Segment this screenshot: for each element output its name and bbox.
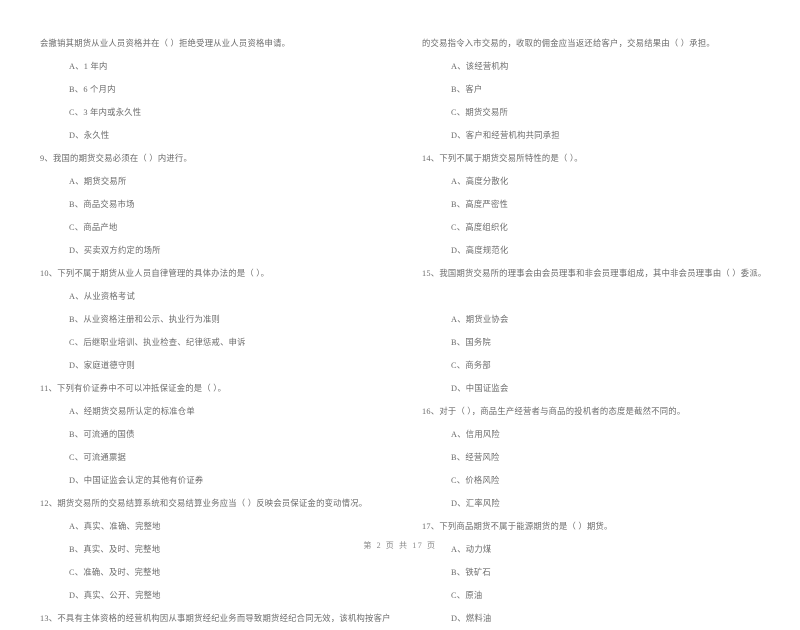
question-stem: 15、我国期货交易所的理事会由会员理事和非会员理事组成，其中非会员理事由（ ）委…	[422, 269, 767, 278]
answer-option: C、价格风险	[451, 476, 500, 485]
answer-option: D、买卖双方约定的场所	[69, 246, 161, 255]
answer-option: D、客户和经营机构共同承担	[451, 131, 560, 140]
answer-option: B、国务院	[451, 338, 491, 347]
answer-option: D、高度规范化	[451, 246, 509, 255]
answer-option: B、商品交易市场	[69, 200, 135, 209]
answer-option: C、商品产地	[69, 223, 118, 232]
answer-option: C、高度组织化	[451, 223, 509, 232]
answer-option: C、原油	[451, 591, 483, 600]
page-footer: 第 2 页 共 17 页	[363, 541, 437, 550]
question-stem: 10、下列不属于期货从业人员自律管理的具体办法的是（ ）。	[40, 269, 270, 278]
answer-option: A、1 年内	[69, 62, 108, 71]
question-stem: 11、下列有价证券中不可以冲抵保证金的是（ ）。	[40, 384, 227, 393]
answer-option: C、商务部	[451, 361, 491, 370]
question-stem: 12、期货交易所的交易结算系统和交易结算业务应当（ ）反映会员保证金的变动情况。	[40, 499, 368, 508]
answer-option: A、经期货交易所认定的标准仓单	[69, 407, 195, 416]
question-stem-continuation: 会撤销其期货从业人员资格并在（ ）拒绝受理从业人员资格申请。	[40, 39, 291, 48]
exam-page: 会撤销其期货从业人员资格并在（ ）拒绝受理从业人员资格申请。 A、1 年内 B、6 …	[0, 0, 800, 623]
answer-option: B、6 个月内	[69, 85, 116, 94]
answer-option: B、铁矿石	[451, 568, 491, 577]
answer-option: B、可流通的国债	[69, 430, 135, 439]
answer-option: A、期货业协会	[451, 315, 509, 324]
question-stem-continuation: 的交易指令入市交易的，收取的佣金应当返还给客户，交易结果由（ ）承担。	[422, 39, 715, 48]
answer-option: B、从业资格注册和公示、执业行为准则	[69, 315, 221, 324]
question-stem: 17、下列商品期货不属于能源期货的是（ ）期货。	[422, 522, 613, 531]
question-stem: 13、不具有主体资格的经营机构因从事期货经纪业务而导致期货经纪合同无效，该机构按…	[40, 614, 391, 623]
answer-option: D、永久性	[69, 131, 110, 140]
answer-option: C、准确、及时、完整地	[69, 568, 161, 577]
answer-option: C、可流通票据	[69, 453, 127, 462]
question-stem: 16、对于（ ），商品生产经营者与商品的投机者的态度是截然不同的。	[422, 407, 686, 416]
answer-option: A、信用风险	[451, 430, 500, 439]
answer-option: D、真实、公开、完整地	[69, 591, 161, 600]
two-column-layout: 会撤销其期货从业人员资格并在（ ）拒绝受理从业人员资格申请。 A、1 年内 B、6 …	[0, 0, 800, 623]
answer-option: A、高度分散化	[451, 177, 509, 186]
answer-option: A、该经营机构	[451, 62, 509, 71]
answer-option: C、期货交易所	[451, 108, 509, 117]
answer-option: A、从业资格考试	[69, 292, 136, 301]
left-column: 会撤销其期货从业人员资格并在（ ）拒绝受理从业人员资格申请。 A、1 年内 B、6 …	[0, 0, 410, 623]
answer-option: D、燃料油	[451, 614, 492, 623]
answer-option: C、后继职业培训、执业检查、纪律惩戒、申诉	[69, 338, 246, 347]
question-stem: 9、我国的期货交易必须在（ ）内进行。	[40, 154, 193, 163]
answer-option: D、家庭道德守则	[69, 361, 136, 370]
answer-option: D、中国证监会认定的其他有价证券	[69, 476, 204, 485]
answer-option: B、客户	[451, 85, 483, 94]
answer-option: D、汇率风险	[451, 499, 500, 508]
line-spacer	[422, 285, 790, 308]
answer-option: A、期货交易所	[69, 177, 127, 186]
question-stem: 14、下列不属于期货交易所特性的是（ ）。	[422, 154, 583, 163]
answer-option: C、3 年内或永久性	[69, 108, 142, 117]
answer-option: B、高度严密性	[451, 200, 509, 209]
answer-option: B、经营风险	[451, 453, 500, 462]
answer-option: D、中国证监会	[451, 384, 509, 393]
right-column: 的交易指令入市交易的，收取的佣金应当返还给客户，交易结果由（ ）承担。 A、该经营…	[410, 0, 800, 623]
answer-option: A、真实、准确、完整地	[69, 522, 161, 531]
